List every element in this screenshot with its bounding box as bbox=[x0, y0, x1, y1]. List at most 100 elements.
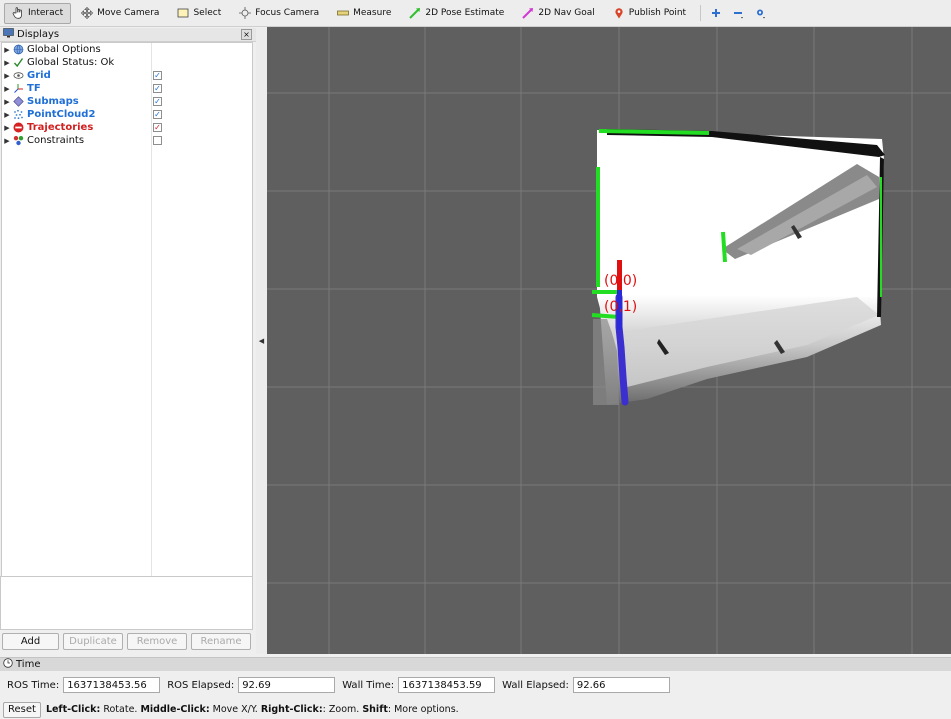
focus-camera-tool-button[interactable]: Focus Camera bbox=[231, 3, 327, 24]
displays-button-row: Add Duplicate Remove Rename bbox=[0, 633, 251, 650]
shift-key: Shift bbox=[362, 704, 388, 715]
map-render: (0,0) (0,1) bbox=[267, 27, 951, 654]
map-pin-icon bbox=[613, 7, 625, 19]
hand-pointer-icon bbox=[12, 7, 24, 19]
render-viewport[interactable]: (0,0) (0,1) bbox=[267, 27, 951, 654]
ruler-icon bbox=[337, 7, 349, 19]
expand-arrow-icon[interactable]: ▶ bbox=[2, 124, 12, 132]
displays-panel-close-button[interactable]: × bbox=[241, 29, 252, 40]
expand-arrow-icon[interactable]: ▶ bbox=[2, 111, 12, 119]
focus-camera-icon bbox=[239, 7, 252, 19]
display-enabled-checkbox[interactable]: ✓ bbox=[153, 123, 162, 132]
display-item-tf[interactable]: ▶ TF ✓ bbox=[2, 82, 252, 95]
remove-tool-icon[interactable] bbox=[727, 3, 749, 24]
select-tool-button[interactable]: Select bbox=[169, 3, 229, 24]
wall-time-field[interactable]: 1637138453.59 bbox=[398, 677, 496, 693]
submap-label-1: (0,1) bbox=[604, 299, 637, 315]
publish-point-tool-button[interactable]: Publish Point bbox=[605, 3, 694, 24]
display-item-label: Trajectories bbox=[27, 122, 94, 133]
display-item-label: TF bbox=[27, 83, 41, 94]
right-click-text: : Zoom. bbox=[322, 704, 363, 715]
display-item-trajectories[interactable]: ▶ Trajectories ✓ bbox=[2, 121, 252, 134]
display-item-constraints[interactable]: ▶ Constraints bbox=[2, 134, 252, 147]
move-camera-tool-label: Move Camera bbox=[97, 8, 160, 18]
left-click-text: Rotate. bbox=[100, 704, 141, 715]
focus-camera-tool-label: Focus Camera bbox=[255, 8, 320, 18]
display-item-pointcloud2[interactable]: ▶ PointCloud2 ✓ bbox=[2, 108, 252, 121]
clock-icon bbox=[3, 658, 13, 671]
add-tool-icon[interactable] bbox=[705, 3, 727, 24]
display-item-label: Constraints bbox=[27, 135, 85, 146]
measure-tool-button[interactable]: Measure bbox=[329, 3, 399, 24]
display-enabled-checkbox[interactable]: ✓ bbox=[153, 84, 162, 93]
display-item-submaps[interactable]: ▶ Submaps ✓ bbox=[2, 95, 252, 108]
add-display-button[interactable]: Add bbox=[2, 633, 59, 650]
ros-time-field[interactable]: 1637138453.56 bbox=[63, 677, 161, 693]
wall-elapsed-field[interactable]: 92.66 bbox=[572, 677, 670, 693]
expand-arrow-icon[interactable]: ▶ bbox=[2, 72, 12, 80]
view-options-icon[interactable] bbox=[749, 3, 771, 24]
pointcloud-icon bbox=[12, 109, 24, 121]
select-box-icon bbox=[177, 7, 189, 19]
expand-arrow-icon[interactable]: ▶ bbox=[2, 46, 12, 54]
panel-collapse-handle[interactable]: ◀ bbox=[256, 28, 267, 654]
display-item-label: Submaps bbox=[27, 96, 79, 107]
pose-estimate-tool-button[interactable]: 2D Pose Estimate bbox=[401, 3, 512, 24]
displays-panel: Displays × ▶ Global Options ▶ Global Sta… bbox=[0, 28, 256, 654]
nav-goal-tool-label: 2D Nav Goal bbox=[538, 8, 595, 18]
displays-panel-title: Displays bbox=[17, 29, 60, 40]
display-enabled-checkbox[interactable]: ✓ bbox=[153, 110, 162, 119]
constraints-dots-icon bbox=[12, 135, 24, 147]
middle-click-key: Middle-Click: bbox=[140, 704, 210, 715]
remove-display-button[interactable]: Remove bbox=[127, 633, 187, 650]
expand-arrow-icon[interactable]: ▶ bbox=[2, 137, 12, 145]
move-camera-icon bbox=[81, 7, 94, 19]
grid-eye-icon bbox=[12, 70, 24, 82]
duplicate-display-button[interactable]: Duplicate bbox=[63, 633, 123, 650]
shift-text: : More options. bbox=[387, 704, 459, 715]
rename-display-button[interactable]: Rename bbox=[191, 633, 251, 650]
display-enabled-checkbox[interactable] bbox=[153, 136, 162, 145]
display-enabled-checkbox[interactable]: ✓ bbox=[153, 97, 162, 106]
error-stop-icon bbox=[12, 122, 24, 134]
toolbar-separator bbox=[700, 5, 702, 21]
pose-estimate-arrow-icon bbox=[409, 7, 421, 19]
status-bar: Reset Left-Click: Rotate. Middle-Click: … bbox=[0, 700, 951, 719]
submaps-diamond-icon bbox=[12, 96, 24, 108]
interact-tool-label: Interact bbox=[28, 8, 64, 18]
submap-label-0: (0,0) bbox=[604, 273, 637, 289]
checkmark-icon bbox=[12, 57, 24, 69]
time-panel-title: Time bbox=[16, 659, 41, 670]
expand-arrow-icon[interactable]: ▶ bbox=[2, 85, 12, 93]
interact-tool-button[interactable]: Interact bbox=[4, 2, 72, 24]
ros-time-label: ROS Time: bbox=[7, 679, 60, 691]
pose-estimate-tool-label: 2D Pose Estimate bbox=[425, 8, 505, 18]
left-click-key: Left-Click: bbox=[45, 704, 101, 715]
expand-arrow-icon[interactable]: ▶ bbox=[2, 98, 12, 106]
main-toolbar: Interact Move Camera Select Focus Camera… bbox=[0, 0, 951, 27]
reset-button[interactable]: Reset bbox=[3, 701, 41, 718]
display-item-global-status[interactable]: ▶ Global Status: Ok bbox=[2, 56, 252, 69]
occupancy-map bbox=[593, 129, 885, 405]
monitor-icon bbox=[3, 28, 14, 41]
status-hint-text: Left-Click: Rotate. Middle-Click: Move X… bbox=[46, 704, 459, 715]
display-description-box bbox=[0, 576, 253, 630]
display-item-label: PointCloud2 bbox=[27, 109, 96, 120]
right-click-key: Right-Click: bbox=[260, 704, 323, 715]
expand-arrow-icon[interactable]: ▶ bbox=[2, 59, 12, 67]
display-item-grid[interactable]: ▶ Grid ✓ bbox=[2, 69, 252, 82]
displays-panel-header: Displays bbox=[0, 28, 256, 42]
nav-goal-tool-button[interactable]: 2D Nav Goal bbox=[514, 3, 602, 24]
ros-elapsed-field[interactable]: 92.69 bbox=[238, 677, 336, 693]
move-camera-tool-button[interactable]: Move Camera bbox=[73, 3, 167, 24]
display-item-label: Global Options bbox=[27, 44, 101, 55]
wall-time-label: Wall Time: bbox=[342, 679, 395, 691]
nav-goal-arrow-icon bbox=[522, 7, 534, 19]
publish-point-tool-label: Publish Point bbox=[628, 8, 687, 18]
displays-tree: ▶ Global Options ▶ Global Status: Ok ▶ G… bbox=[1, 42, 253, 601]
measure-tool-label: Measure bbox=[353, 8, 392, 18]
display-item-global-options[interactable]: ▶ Global Options bbox=[2, 43, 252, 56]
display-item-label: Grid bbox=[27, 70, 51, 81]
middle-click-text: Move X/Y. bbox=[209, 704, 261, 715]
display-enabled-checkbox[interactable]: ✓ bbox=[153, 71, 162, 80]
